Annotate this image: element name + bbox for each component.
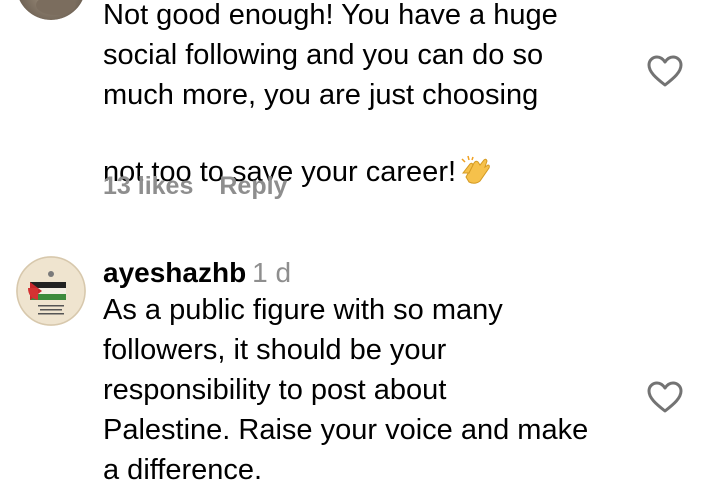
- likes-count-link[interactable]: 13 likes: [103, 172, 193, 200]
- heart-outline-icon[interactable]: [646, 380, 684, 414]
- avatar-image: [16, 256, 86, 326]
- comment-body: ayeshazhb 1 d As a public figure with so …: [103, 258, 633, 490]
- timestamp: 1 d: [252, 257, 292, 288]
- clapping-hands-emoji: [460, 115, 492, 196]
- heart-outline-icon[interactable]: [646, 54, 684, 88]
- palestine-flag-avatar[interactable]: [16, 256, 86, 326]
- comment-body: Not good enough! You have a huge social …: [103, 0, 633, 196]
- comment-text: As a public figure with so many follower…: [103, 294, 589, 486]
- comment-meta: 13 likes Reply: [103, 171, 287, 201]
- avatar[interactable]: [16, 0, 86, 20]
- comment-item: Not good enough! You have a huge social …: [0, 0, 702, 230]
- username-link[interactable]: ayeshazhb: [103, 257, 246, 288]
- reply-button[interactable]: Reply: [219, 172, 287, 200]
- comment-item: ayeshazhb 1 d As a public figure with so …: [0, 254, 702, 486]
- username-row: ayeshazhb 1 d: [103, 258, 633, 288]
- comment-text: Not good enough! You have a huge social …: [103, 0, 633, 196]
- avatar-image: [19, 0, 83, 20]
